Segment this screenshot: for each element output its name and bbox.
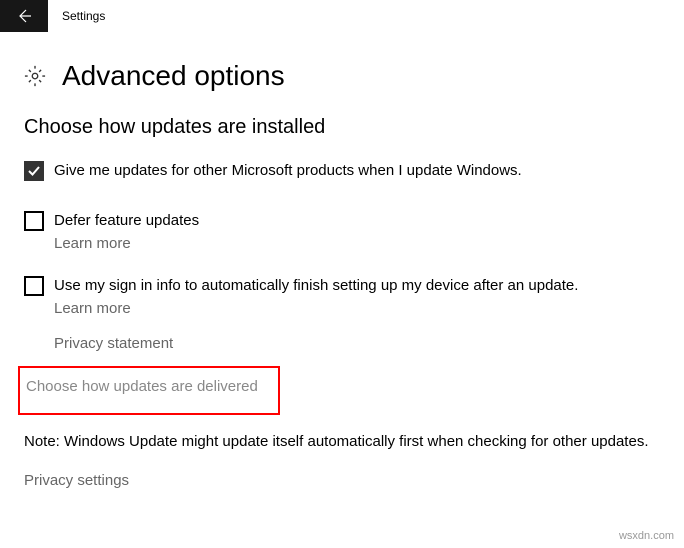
link-delivery-optimization[interactable]: Choose how updates are delivered [26,378,272,395]
note-text: Note: Windows Update might update itself… [24,433,660,450]
checkbox-defer[interactable] [24,211,44,231]
highlight-delivery: Choose how updates are delivered [18,366,280,415]
option-signin: Use my sign in info to automatically fin… [24,276,660,317]
checkbox-ms-products[interactable] [24,161,44,181]
section-heading: Choose how updates are installed [24,116,660,139]
gear-icon [24,65,46,87]
label-signin: Use my sign in info to automatically fin… [54,276,578,296]
option-defer: Defer feature updates Learn more [24,211,660,252]
link-signin-learn-more[interactable]: Learn more [54,300,660,317]
window-title: Settings [48,9,105,23]
watermark: wsxdn.com [619,530,674,542]
back-button[interactable] [0,0,48,32]
back-arrow-icon [16,8,32,24]
page-title-row: Advanced options [24,60,660,92]
label-ms-products: Give me updates for other Microsoft prod… [54,161,522,181]
link-defer-learn-more[interactable]: Learn more [54,235,660,252]
header-bar: Settings [0,0,684,32]
link-privacy-statement[interactable]: Privacy statement [54,335,660,352]
option-ms-products: Give me updates for other Microsoft prod… [24,161,660,181]
page-title: Advanced options [62,60,285,92]
label-defer: Defer feature updates [54,211,199,231]
link-privacy-settings[interactable]: Privacy settings [24,472,660,489]
checkbox-signin[interactable] [24,276,44,296]
content-area: Advanced options Choose how updates are … [0,32,684,489]
